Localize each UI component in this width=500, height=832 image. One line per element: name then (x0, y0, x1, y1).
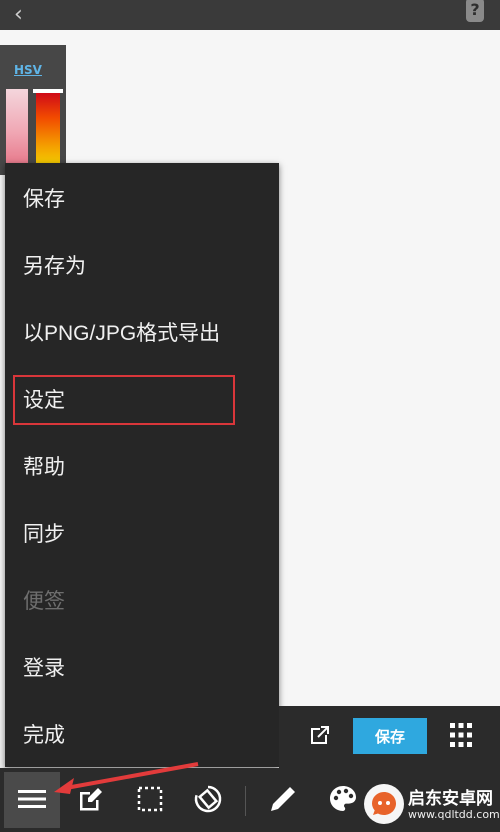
settings-highlight-box (13, 375, 235, 425)
watermark-url: www.qdltdd.com (408, 808, 500, 821)
annotation-arrow (54, 762, 199, 794)
watermark-logo-icon (364, 784, 404, 824)
back-icon[interactable]: ‹ (14, 2, 23, 27)
menu-item-sync[interactable]: 同步 (5, 502, 279, 568)
color-picker-panel: HSV (0, 45, 66, 175)
menu-item-export[interactable]: 以PNG/JPG格式导出 (5, 301, 279, 367)
hue-slider-handle[interactable] (33, 89, 63, 93)
menu-item-notes: 便签 (23, 590, 65, 613)
action-bar: 保存 (279, 706, 500, 768)
share-icon[interactable] (307, 724, 331, 748)
palette-icon[interactable] (328, 784, 358, 814)
screen: ‹ ? HSV 保存 另存为 以PNG/JPG格式导出 设定 帮助 同步 便签 … (0, 0, 500, 832)
watermark-title: 启东安卓网 (408, 789, 493, 809)
menu-item-save[interactable]: 保存 (5, 167, 279, 233)
pencil-icon[interactable] (268, 784, 298, 814)
top-bar: ‹ ? (0, 0, 500, 30)
main-menu: 保存 另存为 以PNG/JPG格式导出 设定 帮助 同步 便签 登录 完成 (5, 163, 279, 767)
toolbar-divider (245, 786, 246, 816)
menu-item-save-as[interactable]: 另存为 (5, 234, 279, 300)
menu-item-help[interactable]: 帮助 (5, 435, 279, 501)
save-button[interactable]: 保存 (353, 718, 427, 754)
menu-item-login[interactable]: 登录 (5, 636, 279, 702)
hsv-tab[interactable]: HSV (14, 63, 42, 77)
grid-icon[interactable] (449, 722, 473, 748)
help-icon[interactable]: ? (466, 0, 484, 22)
watermark: 启东安卓网 www.qdltdd.com (364, 780, 500, 828)
